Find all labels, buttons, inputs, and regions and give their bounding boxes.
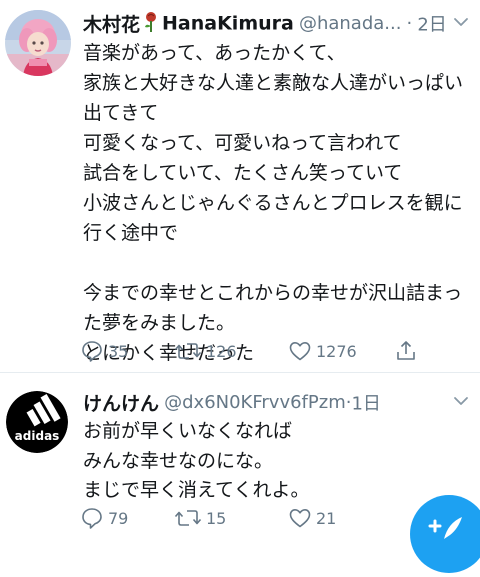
like-count: 21 — [316, 508, 337, 528]
heart-icon — [288, 506, 312, 530]
display-name[interactable]: けんけん — [83, 393, 159, 415]
rose-emoji-icon — [142, 11, 160, 37]
tweet[interactable]: 木村花 HanaKimura @hanada... · 2日 音楽があって、あっ… — [0, 0, 480, 372]
timestamp[interactable]: 1日 — [351, 394, 380, 415]
user-handle[interactable]: @hanada... — [299, 13, 402, 34]
tweet-text: 音楽があって、あったかくて、 家族と大好きな人達と素敵な人達がいっぱい 出てきて… — [83, 42, 464, 364]
separator-dot: · — [406, 13, 413, 34]
avatar[interactable]: adidas — [6, 391, 68, 453]
reply-count: 35 — [108, 341, 129, 361]
compose-tweet-icon — [428, 517, 462, 539]
reply-icon — [80, 506, 104, 530]
share-button[interactable] — [394, 334, 418, 368]
display-name-suffix[interactable]: HanaKimura — [162, 13, 294, 35]
tweet[interactable]: adidas けんけん @dx6N0KFrvv6fPzm·1日 お前が早くいなく… — [0, 373, 480, 541]
reply-count: 79 — [108, 508, 129, 528]
retweet-icon — [174, 506, 202, 530]
chevron-down-icon[interactable] — [453, 14, 469, 34]
avatar-logo-text: adidas — [15, 429, 60, 443]
user-photo-icon — [5, 10, 71, 76]
tweet-header: 木村花 HanaKimura @hanada... · 2日 — [83, 10, 473, 36]
reply-button[interactable]: 35 — [80, 334, 128, 368]
tweet-actions: 79 15 21 — [80, 501, 410, 535]
share-icon — [394, 339, 418, 363]
like-button[interactable]: 1276 — [288, 334, 357, 368]
compose-tweet-button[interactable] — [410, 495, 480, 573]
user-handle[interactable]: @dx6N0KFrvv6fPzm — [164, 392, 346, 413]
like-count: 1276 — [316, 341, 357, 361]
retweet-count: 126 — [206, 341, 237, 361]
tweet-actions: 35 126 1276 — [80, 334, 415, 368]
retweet-button[interactable]: 15 — [174, 501, 226, 535]
reply-icon — [80, 339, 104, 363]
reply-button[interactable]: 79 — [80, 501, 128, 535]
avatar[interactable] — [5, 10, 71, 76]
tweet-header: けんけん @dx6N0KFrvv6fPzm·1日 — [83, 389, 473, 415]
like-button[interactable]: 21 — [288, 501, 336, 535]
retweet-button[interactable]: 126 — [174, 334, 237, 368]
adidas-logo-avatar-icon: adidas — [6, 391, 68, 453]
timestamp[interactable]: 2日 — [417, 15, 446, 36]
display-name[interactable]: 木村花 — [83, 14, 140, 36]
chevron-down-icon[interactable] — [453, 393, 469, 413]
retweet-icon — [174, 339, 202, 363]
heart-icon — [288, 339, 312, 363]
retweet-count: 15 — [206, 508, 227, 528]
tweet-text: お前が早くいなくなれば みんな幸せなのにな。 まじで早く消えてくれよ。 — [83, 420, 310, 501]
